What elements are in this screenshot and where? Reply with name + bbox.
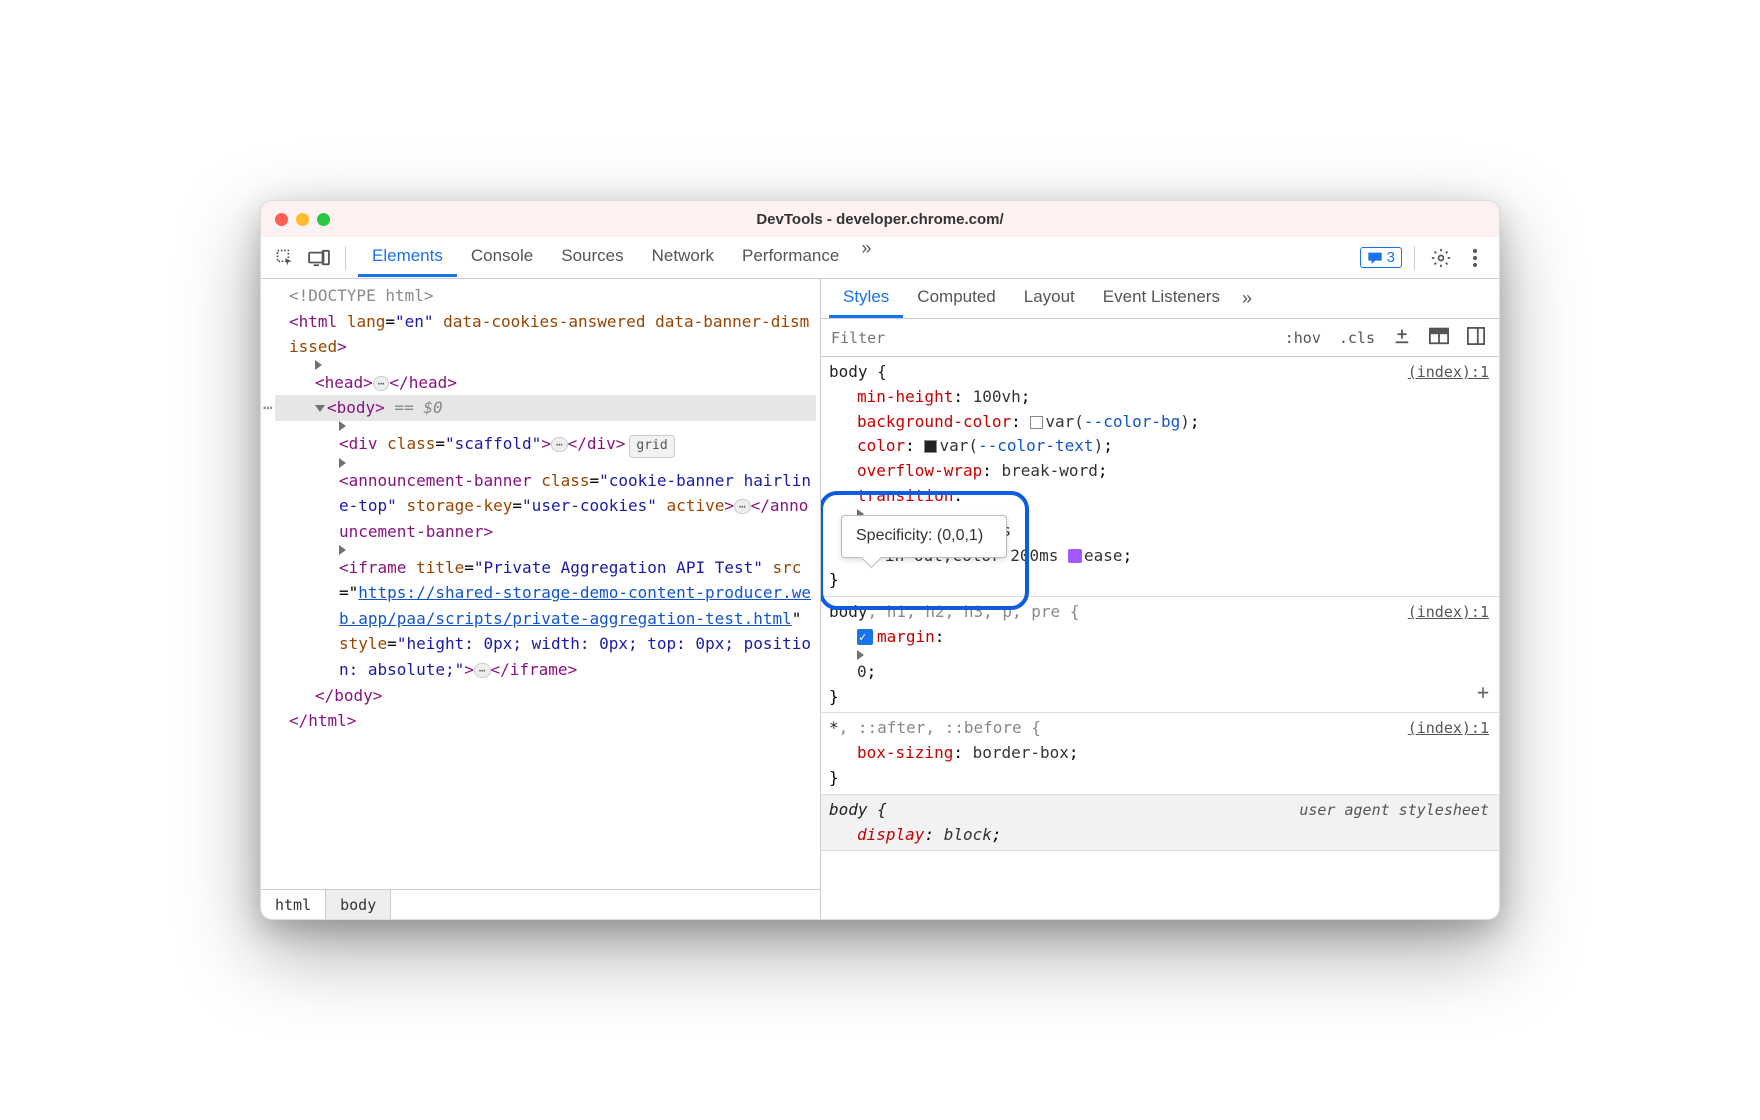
- filter-input[interactable]: [831, 329, 1271, 347]
- expand-arrow-icon[interactable]: [857, 650, 864, 660]
- cls-toggle[interactable]: .cls: [1335, 329, 1379, 347]
- minimize-window-button[interactable]: [296, 213, 309, 226]
- expand-arrow-icon[interactable]: [339, 458, 346, 468]
- collapse-arrow-icon[interactable]: [315, 405, 325, 412]
- divider: [1414, 246, 1415, 270]
- iframe-node[interactable]: <iframe title="Private Aggregation API T…: [275, 545, 816, 683]
- gear-icon[interactable]: [1427, 244, 1455, 272]
- body-node[interactable]: ⋯<body> == $0: [275, 395, 816, 421]
- elements-panel: <!DOCTYPE html> <html lang="en" data-coo…: [261, 279, 821, 919]
- titlebar: DevTools - developer.chrome.com/: [261, 201, 1499, 237]
- computed-toggle-icon[interactable]: [1425, 327, 1453, 349]
- rule-user-agent[interactable]: user agent stylesheet body { display: bl…: [821, 795, 1499, 852]
- doctype-node[interactable]: <!DOCTYPE html>: [275, 283, 816, 309]
- expand-arrow-icon[interactable]: [339, 421, 346, 431]
- specificity-tooltip: Specificity: (0,0,1): [841, 515, 1007, 558]
- zoom-window-button[interactable]: [317, 213, 330, 226]
- more-tabs-button[interactable]: »: [853, 238, 879, 277]
- issues-badge[interactable]: 3: [1360, 247, 1402, 268]
- tab-sources[interactable]: Sources: [547, 238, 637, 277]
- breadcrumb: html body: [261, 889, 820, 919]
- panel-tabs: Elements Console Sources Network Perform…: [358, 238, 1354, 277]
- source-link[interactable]: (index):1: [1408, 601, 1489, 624]
- tab-styles[interactable]: Styles: [829, 279, 903, 318]
- crumb-html[interactable]: html: [261, 890, 326, 919]
- styles-sidebar: Styles Computed Layout Event Listeners »…: [821, 279, 1499, 919]
- ellipsis-icon[interactable]: ⋯: [551, 437, 568, 452]
- traffic-lights: [275, 213, 330, 226]
- color-swatch-icon[interactable]: [924, 440, 937, 453]
- tab-console[interactable]: Console: [457, 238, 547, 277]
- main-toolbar: Elements Console Sources Network Perform…: [261, 237, 1499, 279]
- sidebar-tabs: Styles Computed Layout Event Listeners »: [821, 279, 1499, 319]
- styles-filter-bar: :hov .cls: [821, 319, 1499, 357]
- close-window-button[interactable]: [275, 213, 288, 226]
- div-scaffold-node[interactable]: <div class="scaffold">⋯</div>grid: [275, 421, 816, 458]
- dom-tree[interactable]: <!DOCTYPE html> <html lang="en" data-coo…: [261, 279, 820, 889]
- rule-universal[interactable]: (index):1 *, ::after, ::before { box-siz…: [821, 713, 1499, 794]
- specificity-highlight: Specificity: (0,0,1): [821, 491, 1029, 610]
- devtools-window: DevTools - developer.chrome.com/ Element…: [260, 200, 1500, 920]
- tab-performance[interactable]: Performance: [728, 238, 853, 277]
- ellipsis-icon[interactable]: ⋯: [474, 663, 491, 678]
- source-link[interactable]: (index):1: [1408, 361, 1489, 384]
- source-link[interactable]: (index):1: [1408, 717, 1489, 740]
- ellipsis-icon[interactable]: ⋯: [373, 376, 390, 391]
- hov-toggle[interactable]: :hov: [1281, 329, 1325, 347]
- html-open[interactable]: <html lang="en" data-cookies-answered da…: [275, 309, 816, 360]
- tab-event-listeners[interactable]: Event Listeners: [1089, 279, 1234, 318]
- tab-computed[interactable]: Computed: [903, 279, 1009, 318]
- head-node[interactable]: <head>⋯</head>: [275, 360, 816, 396]
- styles-rules[interactable]: Specificity: (0,0,1) (index):1 body { mi…: [821, 357, 1499, 919]
- property-checkbox[interactable]: [857, 629, 873, 645]
- tab-layout[interactable]: Layout: [1010, 279, 1089, 318]
- issues-count: 3: [1387, 249, 1395, 266]
- source-link: user agent stylesheet: [1299, 799, 1489, 822]
- tab-network[interactable]: Network: [638, 238, 728, 277]
- new-rule-icon[interactable]: [1389, 327, 1415, 349]
- iframe-src-link[interactable]: https://shared-storage-demo-content-prod…: [339, 583, 811, 628]
- bezier-swatch-icon[interactable]: [1068, 549, 1082, 563]
- grid-badge[interactable]: grid: [629, 435, 674, 458]
- main-area: <!DOCTYPE html> <html lang="en" data-coo…: [261, 279, 1499, 919]
- crumb-body[interactable]: body: [326, 890, 391, 919]
- tab-elements[interactable]: Elements: [358, 238, 457, 277]
- toggle-sidebar-icon[interactable]: [1463, 327, 1489, 349]
- kebab-menu-icon[interactable]: [1461, 244, 1489, 272]
- more-sidebar-tabs-button[interactable]: »: [1234, 288, 1260, 309]
- rule-body-2[interactable]: (index):1 body, h1, h2, h3, p, pre { mar…: [821, 597, 1499, 713]
- add-property-icon[interactable]: +: [1477, 677, 1489, 708]
- inspect-element-icon[interactable]: [271, 244, 299, 272]
- selected-dots-icon: ⋯: [263, 395, 272, 421]
- color-swatch-icon[interactable]: [1030, 416, 1043, 429]
- expand-arrow-icon[interactable]: [339, 545, 346, 555]
- html-close[interactable]: </html>: [275, 708, 816, 734]
- expand-arrow-icon[interactable]: [315, 360, 322, 370]
- ellipsis-icon[interactable]: ⋯: [734, 499, 751, 514]
- divider: [345, 246, 346, 270]
- device-toolbar-icon[interactable]: [305, 244, 333, 272]
- body-close[interactable]: </body>: [275, 683, 816, 709]
- announcement-banner-node[interactable]: <announcement-banner class="cookie-banne…: [275, 458, 816, 545]
- window-title: DevTools - developer.chrome.com/: [261, 211, 1499, 228]
